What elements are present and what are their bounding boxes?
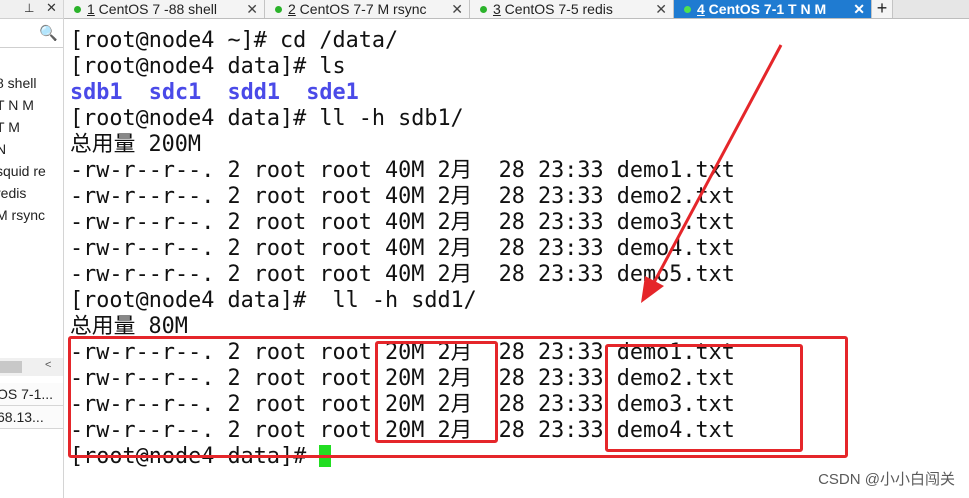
close-tab-icon[interactable]: ✕ (451, 0, 463, 18)
session-tab[interactable]: OS 7-1... (0, 383, 63, 406)
terminal-line: [root@node4 data]# ll -h sdb1/ (70, 106, 464, 131)
annotation-box-size (375, 341, 498, 443)
terminal-line: -rw-r--r--. 2 root root 40M 2月 28 23:33 … (70, 236, 735, 261)
terminal-line: [root@node4 ~]# cd /data/ (70, 28, 399, 53)
session-item[interactable]: N (0, 138, 6, 160)
add-tab-button[interactable]: + (872, 0, 893, 18)
tab-number: 1 (87, 1, 95, 17)
annotation-box-filename (605, 344, 803, 452)
close-icon[interactable]: ✕ (46, 0, 57, 16)
session-item[interactable]: squid re (0, 160, 46, 182)
session-item[interactable]: 8 shell (0, 72, 36, 94)
status-dot-icon (684, 6, 691, 14)
tab-number: 2 (288, 1, 296, 17)
tab-session-2[interactable]: 2 CentOS 7-7 M rsync ✕ (265, 0, 470, 18)
terminal-line: 总用量 200M (70, 132, 202, 157)
terminal-line: -rw-r--r--. 2 root root 40M 2月 28 23:33 … (70, 158, 735, 183)
tab-number: 4 (697, 1, 705, 17)
terminal-line: -rw-r--r--. 2 root root 40M 2月 28 23:33 … (70, 210, 735, 235)
scrollbar-thumb[interactable] (0, 361, 22, 373)
search-icon[interactable]: 🔍 (39, 24, 58, 42)
tab-session-1[interactable]: 1 CentOS 7 -88 shell ✕ (64, 0, 265, 18)
terminal-line: -rw-r--r--. 2 root root 40M 2月 28 23:33 … (70, 184, 735, 209)
close-tab-icon[interactable]: ✕ (655, 0, 667, 18)
close-tab-icon[interactable]: ✕ (853, 0, 865, 18)
status-dot-icon (74, 6, 81, 14)
session-panel-header: ⊥ ✕ (0, 0, 63, 19)
tab-title: CentOS 7-7 M rsync (295, 1, 427, 17)
close-tab-icon[interactable]: ✕ (246, 0, 258, 18)
terminal-line: -rw-r--r--. 2 root root 40M 2月 28 23:33 … (70, 262, 735, 287)
pin-icon[interactable]: ⊥ (24, 1, 34, 15)
scroll-left-icon[interactable]: < (45, 359, 51, 371)
tab-title: CentOS 7-5 redis (500, 1, 613, 17)
session-item[interactable]: T N M (0, 94, 34, 116)
tab-title: CentOS 7 -88 shell (94, 1, 217, 17)
status-dot-icon (275, 6, 282, 14)
session-tab[interactable]: 68.13... (0, 406, 63, 429)
tab-title: CentOS 7-1 T N M (704, 1, 827, 17)
terminal-line: sdb1 sdc1 sdd1 sde1 (70, 80, 359, 105)
tab-bar: 1 CentOS 7 -88 shell ✕ 2 CentOS 7-7 M rs… (64, 0, 969, 19)
watermark: CSDN @小小白闯关 (818, 471, 955, 488)
tab-session-4[interactable]: 4 CentOS 7-1 T N M ✕ (674, 0, 872, 18)
terminal-line: [root@node4 data]# ll -h sdd1/ (70, 288, 477, 313)
tab-session-3[interactable]: 3 CentOS 7-5 redis ✕ (470, 0, 674, 18)
session-item[interactable]: T M (0, 116, 20, 138)
tab-number: 3 (493, 1, 501, 17)
divider (0, 47, 63, 48)
terminal-line: [root@node4 data]# ls (70, 54, 346, 79)
session-item[interactable]: redis (0, 182, 26, 204)
session-item[interactable]: M rsync (0, 204, 45, 226)
session-panel: ⊥ ✕ 🔍 8 shell T N M T M N squid re redis… (0, 0, 64, 498)
status-dot-icon (480, 6, 487, 14)
